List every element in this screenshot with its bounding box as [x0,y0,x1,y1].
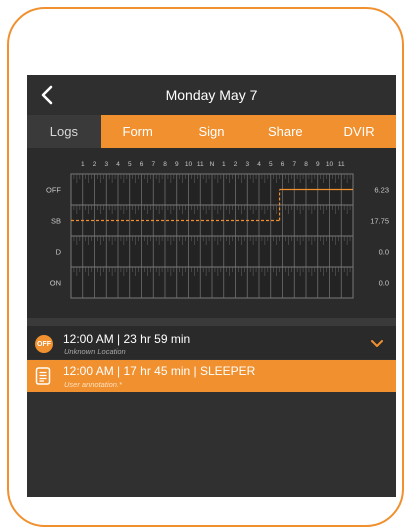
status-row-total: 0.0 [379,248,389,257]
status-row-label: SB [51,217,61,226]
status-badge: OFF [35,335,53,353]
hour-tick-label: 9 [175,161,179,168]
hour-tick-label: 1 [222,161,226,168]
hour-tick-label: 1 [81,161,85,168]
status-row-label: ON [50,279,61,288]
hour-tick-label: 4 [116,161,120,168]
log-graph: 1 2 3 4 5 6 7 8 9 10 11 N 1 2 3 4 5 6 7 8 9 10 11 OFF 6.23 SB 17.7… [27,148,396,318]
tab-bar: Logs Form Sign Share DVIR [27,115,396,148]
hour-tick-label: 9 [316,161,320,168]
log-event-row[interactable]: OFF 12:00 AM | 23 hr 59 min Unknown Loca… [27,326,396,359]
annotation-summary: 12:00 AM | 17 hr 45 min | SLEEPER [63,364,256,378]
tab-logs[interactable]: Logs [27,115,101,148]
nav-bar: Monday May 7 [27,75,396,115]
status-row-label: OFF [46,186,61,195]
log-event-summary: 12:00 AM | 23 hr 59 min [63,332,191,346]
hour-tick-label: 7 [151,161,155,168]
hour-tick-label: 8 [304,161,308,168]
hour-tick-label: 6 [140,161,144,168]
divider [27,318,396,326]
tab-share[interactable]: Share [248,115,322,148]
hour-tick-label: 11 [338,161,345,168]
tab-dvir[interactable]: DVIR [322,115,396,148]
hour-tick-label: 10 [326,161,334,168]
hour-tick-label: 4 [257,161,261,168]
hour-tick-label: 11 [197,161,204,168]
duty-status-chart: 1 2 3 4 5 6 7 8 9 10 11 N 1 2 3 4 5 6 7 8 9 10 11OFF 6.23SB 17.7… [46,161,389,299]
status-row-label: D [56,248,62,257]
log-event-location: Unknown Location [64,347,126,356]
tab-sign[interactable]: Sign [175,115,249,148]
chevron-down-icon[interactable] [369,335,385,351]
hour-tick-label: 5 [269,161,273,168]
hour-tick-label: 2 [234,161,238,168]
status-row-total: 6.23 [374,186,389,195]
hour-tick-label: 5 [128,161,132,168]
hour-tick-label: N [210,161,215,168]
page-title: Monday May 7 [165,87,258,103]
status-row-total: 17.75 [370,217,389,226]
hour-tick-label: 3 [104,161,108,168]
app-screen: Monday May 7 Logs Form Sign Share DVIR 1… [27,75,396,497]
hour-tick-label: 6 [281,161,285,168]
hour-tick-label: 8 [163,161,167,168]
hour-tick-label: 10 [185,161,193,168]
annotation-note: User annotation.* [64,380,122,389]
hour-tick-label: 2 [93,161,97,168]
hour-tick-label: 7 [292,161,296,168]
hour-tick-label: 3 [245,161,249,168]
annotation-row[interactable]: 12:00 AM | 17 hr 45 min | SLEEPER User a… [27,360,396,392]
tab-form[interactable]: Form [101,115,175,148]
document-icon [35,367,51,385]
status-row-total: 0.0 [379,279,389,288]
